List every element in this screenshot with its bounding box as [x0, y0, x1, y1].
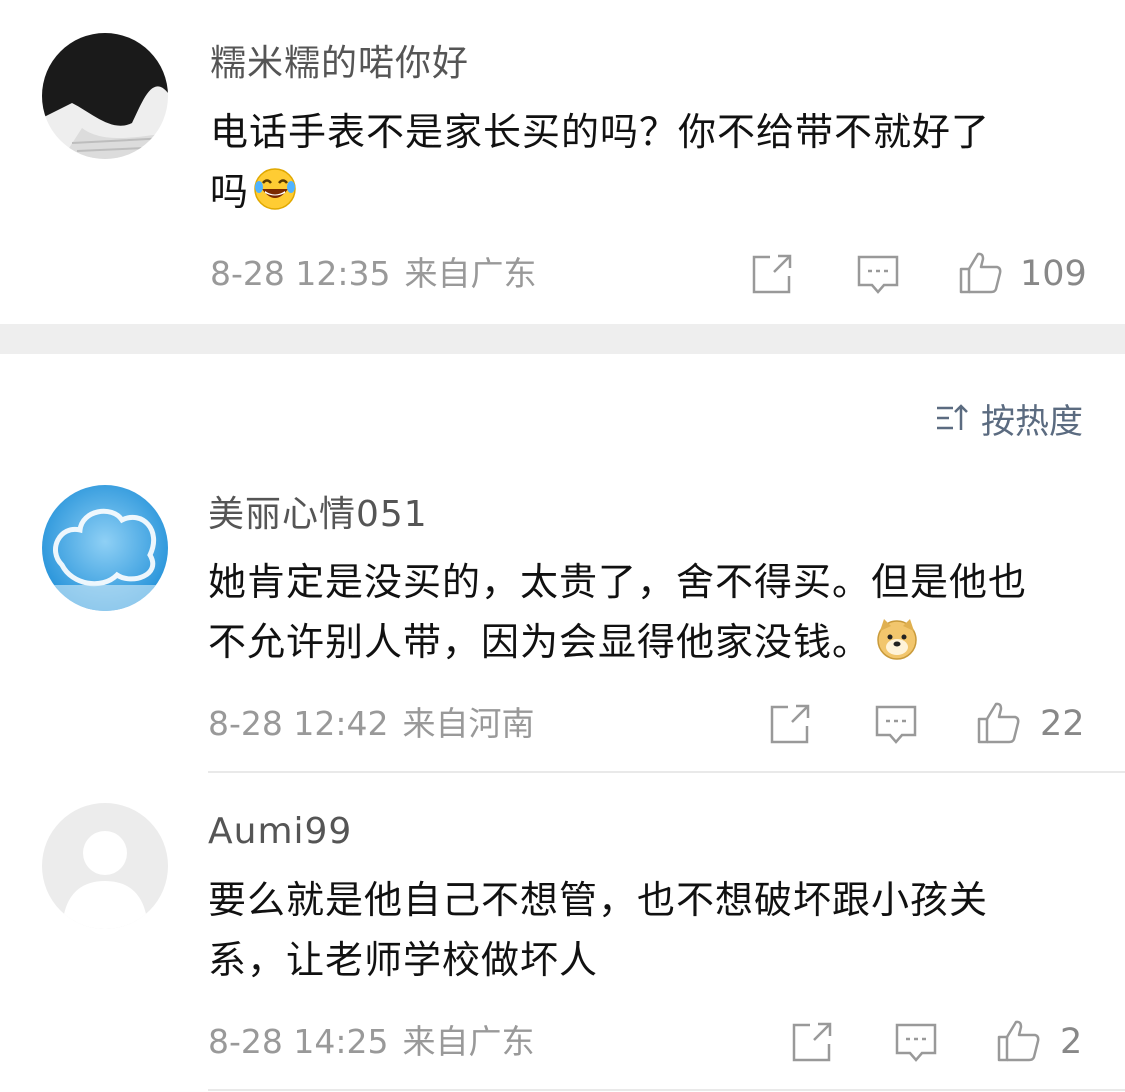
avatar[interactable]	[42, 803, 168, 929]
comment-source: 来自广东	[404, 254, 537, 293]
comment-time: 8-28 12:42	[208, 704, 389, 743]
section-separator	[0, 324, 1125, 354]
username[interactable]: 美丽心情051	[208, 493, 428, 537]
divider	[208, 1089, 1125, 1091]
share-icon	[792, 1022, 832, 1062]
comment-meta: 8-28 12:42 来自河南	[208, 704, 535, 744]
reply-button[interactable]	[874, 702, 918, 746]
like-button[interactable]	[996, 1018, 1040, 1062]
comment-icon	[875, 705, 917, 744]
comment-text-line: 电话手表不是家长买的吗？你不给带不就好了	[210, 110, 991, 154]
comment-meta: 8-28 12:35 来自广东	[210, 254, 537, 294]
repost-button[interactable]	[750, 252, 794, 296]
comment-source: 来自广东	[402, 1022, 535, 1061]
like-count: 22	[1040, 704, 1085, 744]
thumbs-up-icon	[977, 702, 1020, 744]
repost-button[interactable]	[790, 1020, 834, 1064]
laugh-crying-emoji-icon	[254, 168, 296, 210]
thumbs-up-icon	[997, 1020, 1040, 1062]
doge-emoji-icon	[877, 619, 917, 660]
comment-text-line: 要么就是他自己不想管，也不想破坏跟小孩关	[208, 878, 989, 922]
repost-button[interactable]	[768, 702, 812, 746]
username[interactable]: Aumi99	[208, 810, 352, 854]
comment-time: 8-28 14:25	[208, 1022, 389, 1061]
reply-button[interactable]	[894, 1020, 938, 1064]
like-button[interactable]	[976, 700, 1020, 744]
comment-time: 8-28 12:35	[210, 254, 391, 293]
comment-text-fragment: 不允许别人带，因为会显得他家没钱。	[208, 620, 872, 664]
comment-text-line: 不允许别人带，因为会显得他家没钱。	[208, 612, 1085, 672]
share-icon	[752, 254, 792, 294]
thumbs-up-icon	[959, 252, 1002, 294]
like-count: 2	[1060, 1022, 1083, 1062]
comment-text-line: 她肯定是没买的，太贵了，舍不得买。但是他也	[208, 560, 1028, 604]
comment-text: 要么就是他自己不想管，也不想破坏跟小孩关 系，让老师学校做坏人	[208, 870, 1085, 990]
comment-text-line: 吗	[210, 162, 1085, 222]
comment-source: 来自河南	[402, 704, 535, 743]
like-count: 109	[1020, 254, 1087, 294]
comment-text-fragment: 吗	[210, 170, 250, 214]
avatar[interactable]	[42, 485, 168, 611]
share-icon	[770, 704, 810, 744]
comment-meta: 8-28 14:25 来自广东	[208, 1022, 535, 1062]
sort-toggle[interactable]: 按热度	[935, 396, 1083, 442]
comment-icon	[895, 1023, 937, 1062]
sort-label: 按热度	[981, 401, 1083, 442]
username[interactable]: 糯米糯的喏你好	[210, 42, 469, 86]
sort-icon	[937, 404, 968, 430]
reply-button[interactable]	[856, 252, 900, 296]
like-button[interactable]	[958, 250, 1002, 294]
comment-text-line: 系，让老师学校做坏人	[208, 938, 599, 982]
comment-text: 她肯定是没买的，太贵了，舍不得买。但是他也 不允许别人带，因为会显得他家没钱。	[208, 552, 1085, 672]
comment-text: 电话手表不是家长买的吗？你不给带不就好了 吗	[210, 102, 1085, 222]
comment-icon	[857, 255, 899, 294]
divider	[208, 771, 1125, 773]
avatar[interactable]	[42, 33, 168, 159]
